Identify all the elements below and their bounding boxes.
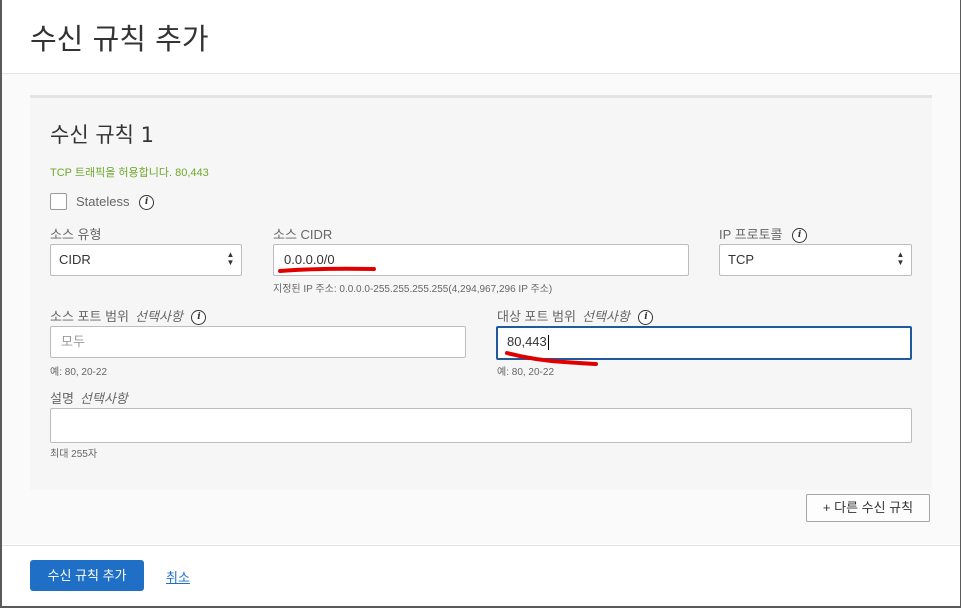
dialog-body[interactable]: 수신 규칙 1 TCP 트래픽을 허용합니다. 80,443 Stateless… [2,74,960,544]
description-label: 설명 선택사항 [50,388,128,407]
source-port-hint: 예: 80, 20-22 [50,367,108,378]
cancel-link[interactable]: 취소 [166,567,190,586]
source-port-label-text: 소스 포트 범위 [50,309,129,324]
source-type-label-text: 소스 유형 [50,227,102,242]
stateless-label-text: Stateless [76,194,130,209]
info-icon[interactable]: i [792,228,808,244]
description-input[interactable] [50,408,912,443]
ip-protocol-select[interactable]: TCP ▲ ▼ [719,244,912,276]
source-cidr-hint: 지정된 IP 주소: 0.0.0.0-255.255.255.255(4,294… [273,284,553,295]
dest-port-label: 대상 포트 범위 선택사항 i [497,306,654,326]
optional-tag: 선택사항 [79,391,128,406]
info-icon[interactable]: i [191,310,207,326]
optional-tag: 선택사항 [581,309,630,324]
dialog-title: 수신 규칙 추가 [30,22,209,56]
dialog-footer: 수신 규칙 추가 취소 [2,545,960,606]
info-icon[interactable]: i [139,195,155,211]
add-ingress-rule-dialog: 수신 규칙 추가 수신 규칙 1 TCP 트래픽을 허용합니다. 80,443 … [2,0,960,606]
add-another-rule-button[interactable]: + 다른 수신 규칙 [806,494,930,522]
dest-port-label-text: 대상 포트 범위 [497,309,576,324]
source-type-label: 소스 유형 [50,224,101,243]
submit-ingress-rule-button[interactable]: 수신 규칙 추가 [30,560,144,591]
red-underline-annotation [505,351,598,366]
chevron-updown-icon: ▲ ▼ [226,250,235,267]
allowed-traffic-message: TCP 트래픽을 허용합니다. 80,443 [50,167,209,179]
dest-port-value: 80,443 [507,334,547,349]
source-type-value: CIDR [59,252,91,267]
info-icon[interactable]: i [638,310,654,326]
stateless-label: Stateless i [76,194,155,211]
source-port-label: 소스 포트 범위 선택사항 i [50,306,207,326]
ip-protocol-value: TCP [728,252,754,267]
description-label-text: 설명 [50,391,74,406]
dialog-header: 수신 규칙 추가 [2,0,960,74]
red-underline-annotation [278,266,376,273]
source-cidr-label: 소스 CIDR [273,224,332,243]
ip-protocol-label: IP 프로토콜 i [719,224,808,244]
source-type-select[interactable]: CIDR ▲ ▼ [50,244,242,276]
source-port-input[interactable]: 모두 [50,326,466,358]
ip-protocol-label-text: IP 프로토콜 [719,227,783,242]
rule-title: 수신 규칙 1 [50,123,154,147]
source-cidr-label-text: 소스 CIDR [273,227,333,242]
chevron-updown-icon: ▲ ▼ [896,250,905,267]
description-hint: 최대 255자 [50,449,98,460]
text-caret [547,335,549,351]
source-port-placeholder: 모두 [61,334,85,349]
optional-tag: 선택사항 [134,309,183,324]
stateless-checkbox[interactable] [50,193,67,210]
ingress-rule-panel: 수신 규칙 1 TCP 트래픽을 허용합니다. 80,443 Stateless… [30,95,932,490]
